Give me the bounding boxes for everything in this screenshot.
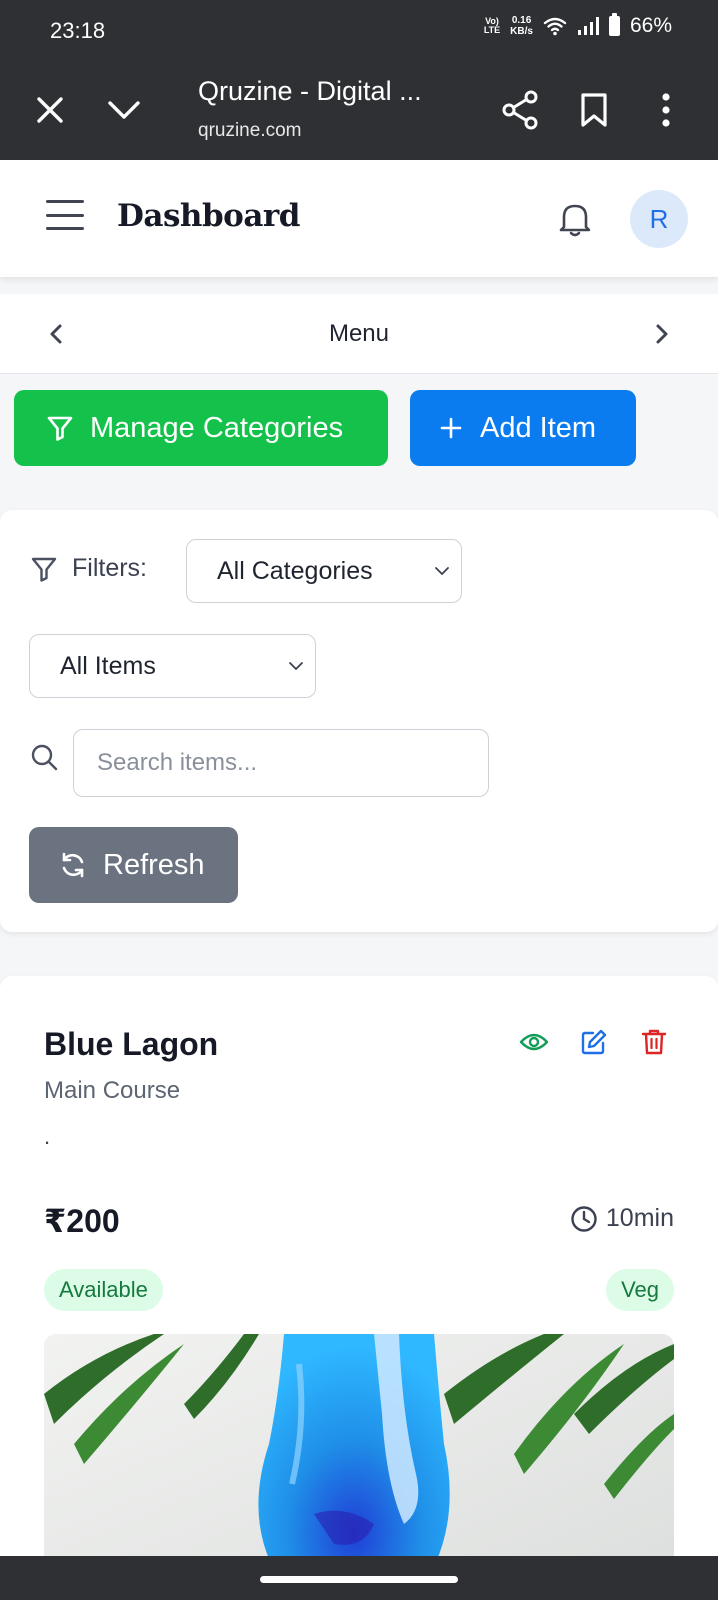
page-title: Dashboard	[117, 198, 300, 234]
chevron-down-icon	[289, 662, 303, 671]
add-item-label: Add Item	[480, 411, 597, 444]
plus-icon	[440, 417, 462, 439]
filters-label: Filters:	[72, 554, 147, 582]
battery-percent: 66%	[629, 14, 672, 37]
search-input[interactable]: Search items...	[73, 729, 489, 797]
category-select[interactable]: All Categories	[186, 539, 462, 603]
edit-item-button[interactable]	[578, 1026, 610, 1058]
clock-icon	[571, 1205, 597, 1232]
availability-select[interactable]: All Items	[29, 634, 316, 698]
item-price: ₹200	[44, 1203, 120, 1239]
item-name: Blue Lagon	[44, 1026, 219, 1062]
manage-categories-button[interactable]: Manage Categories	[14, 390, 388, 466]
filter-icon	[47, 416, 73, 441]
search-icon	[31, 744, 58, 771]
add-item-button[interactable]: Add Item	[410, 390, 636, 466]
minimize-tab-button[interactable]	[102, 88, 146, 132]
status-icons: Vo) LTE 0.16 KB/s 66%	[483, 13, 672, 38]
menu-line	[46, 200, 84, 203]
browser-toolbar: Qruzine - Digital ... qruzine.com	[0, 60, 718, 160]
item-category: Main Course	[44, 1077, 181, 1104]
filters-panel: Filters: All Categories All Items Search…	[0, 510, 718, 932]
browser-url: qruzine.com	[198, 120, 302, 141]
item-actions	[518, 1026, 670, 1058]
chevron-right-icon	[656, 324, 668, 344]
refresh-icon	[62, 852, 84, 878]
more-vertical-icon	[662, 93, 670, 127]
refresh-label: Refresh	[103, 848, 205, 881]
refresh-button[interactable]: Refresh	[29, 827, 238, 903]
section-nav: Menu	[0, 294, 718, 374]
view-item-button[interactable]	[518, 1026, 550, 1058]
avatar[interactable]: R	[630, 190, 688, 248]
share-icon	[502, 90, 538, 130]
system-navigation-bar	[0, 1556, 718, 1600]
browser-page-title: Qruzine - Digital ...	[198, 76, 422, 106]
chevron-down-icon	[435, 567, 449, 576]
notifications-button[interactable]	[554, 198, 596, 240]
bookmark-icon	[581, 93, 607, 127]
item-description: .	[44, 1124, 51, 1149]
status-time: 23:18	[50, 18, 106, 43]
item-prep-time: 10min	[570, 1204, 674, 1233]
status-bar: 23:18 Vo) LTE 0.16 KB/s 66%	[0, 0, 718, 60]
filters-heading: Filters:	[30, 554, 147, 583]
chevron-down-icon	[108, 101, 140, 119]
signal-icon	[577, 17, 599, 35]
hamburger-menu-button[interactable]	[46, 200, 84, 230]
wifi-icon	[543, 17, 567, 36]
availability-select-value: All Items	[60, 651, 156, 680]
eye-icon	[519, 1033, 549, 1051]
menu-item-card: Blue Lagon Main Course . ₹200 10min Avai…	[0, 976, 718, 1600]
manage-categories-label: Manage Categories	[90, 411, 344, 444]
availability-badge: Available	[44, 1269, 163, 1311]
menu-line	[46, 227, 84, 230]
network-speed: 0.16 KB/s	[510, 15, 533, 37]
share-button[interactable]	[498, 88, 542, 132]
category-select-value: All Categories	[217, 556, 373, 585]
battery-icon	[608, 13, 620, 36]
bell-icon	[559, 204, 591, 237]
section-title: Menu	[328, 320, 390, 347]
app-header: Dashboard R	[0, 160, 718, 278]
volte-indicator: Vo) LTE	[483, 16, 501, 35]
edit-icon	[581, 1029, 607, 1055]
filter-icon	[31, 557, 57, 582]
bookmark-button[interactable]	[572, 88, 616, 132]
home-gesture-handle[interactable]	[260, 1576, 458, 1583]
more-options-button[interactable]	[644, 88, 688, 132]
menu-line	[46, 213, 84, 217]
search-placeholder: Search items...	[97, 749, 258, 776]
prep-time-value: 10min	[605, 1204, 674, 1232]
close-icon	[37, 97, 63, 123]
close-tab-button[interactable]	[28, 88, 72, 132]
delete-item-button[interactable]	[638, 1026, 670, 1058]
diet-badge: Veg	[606, 1269, 674, 1311]
trash-icon	[641, 1029, 667, 1055]
next-section-button[interactable]	[646, 318, 678, 350]
